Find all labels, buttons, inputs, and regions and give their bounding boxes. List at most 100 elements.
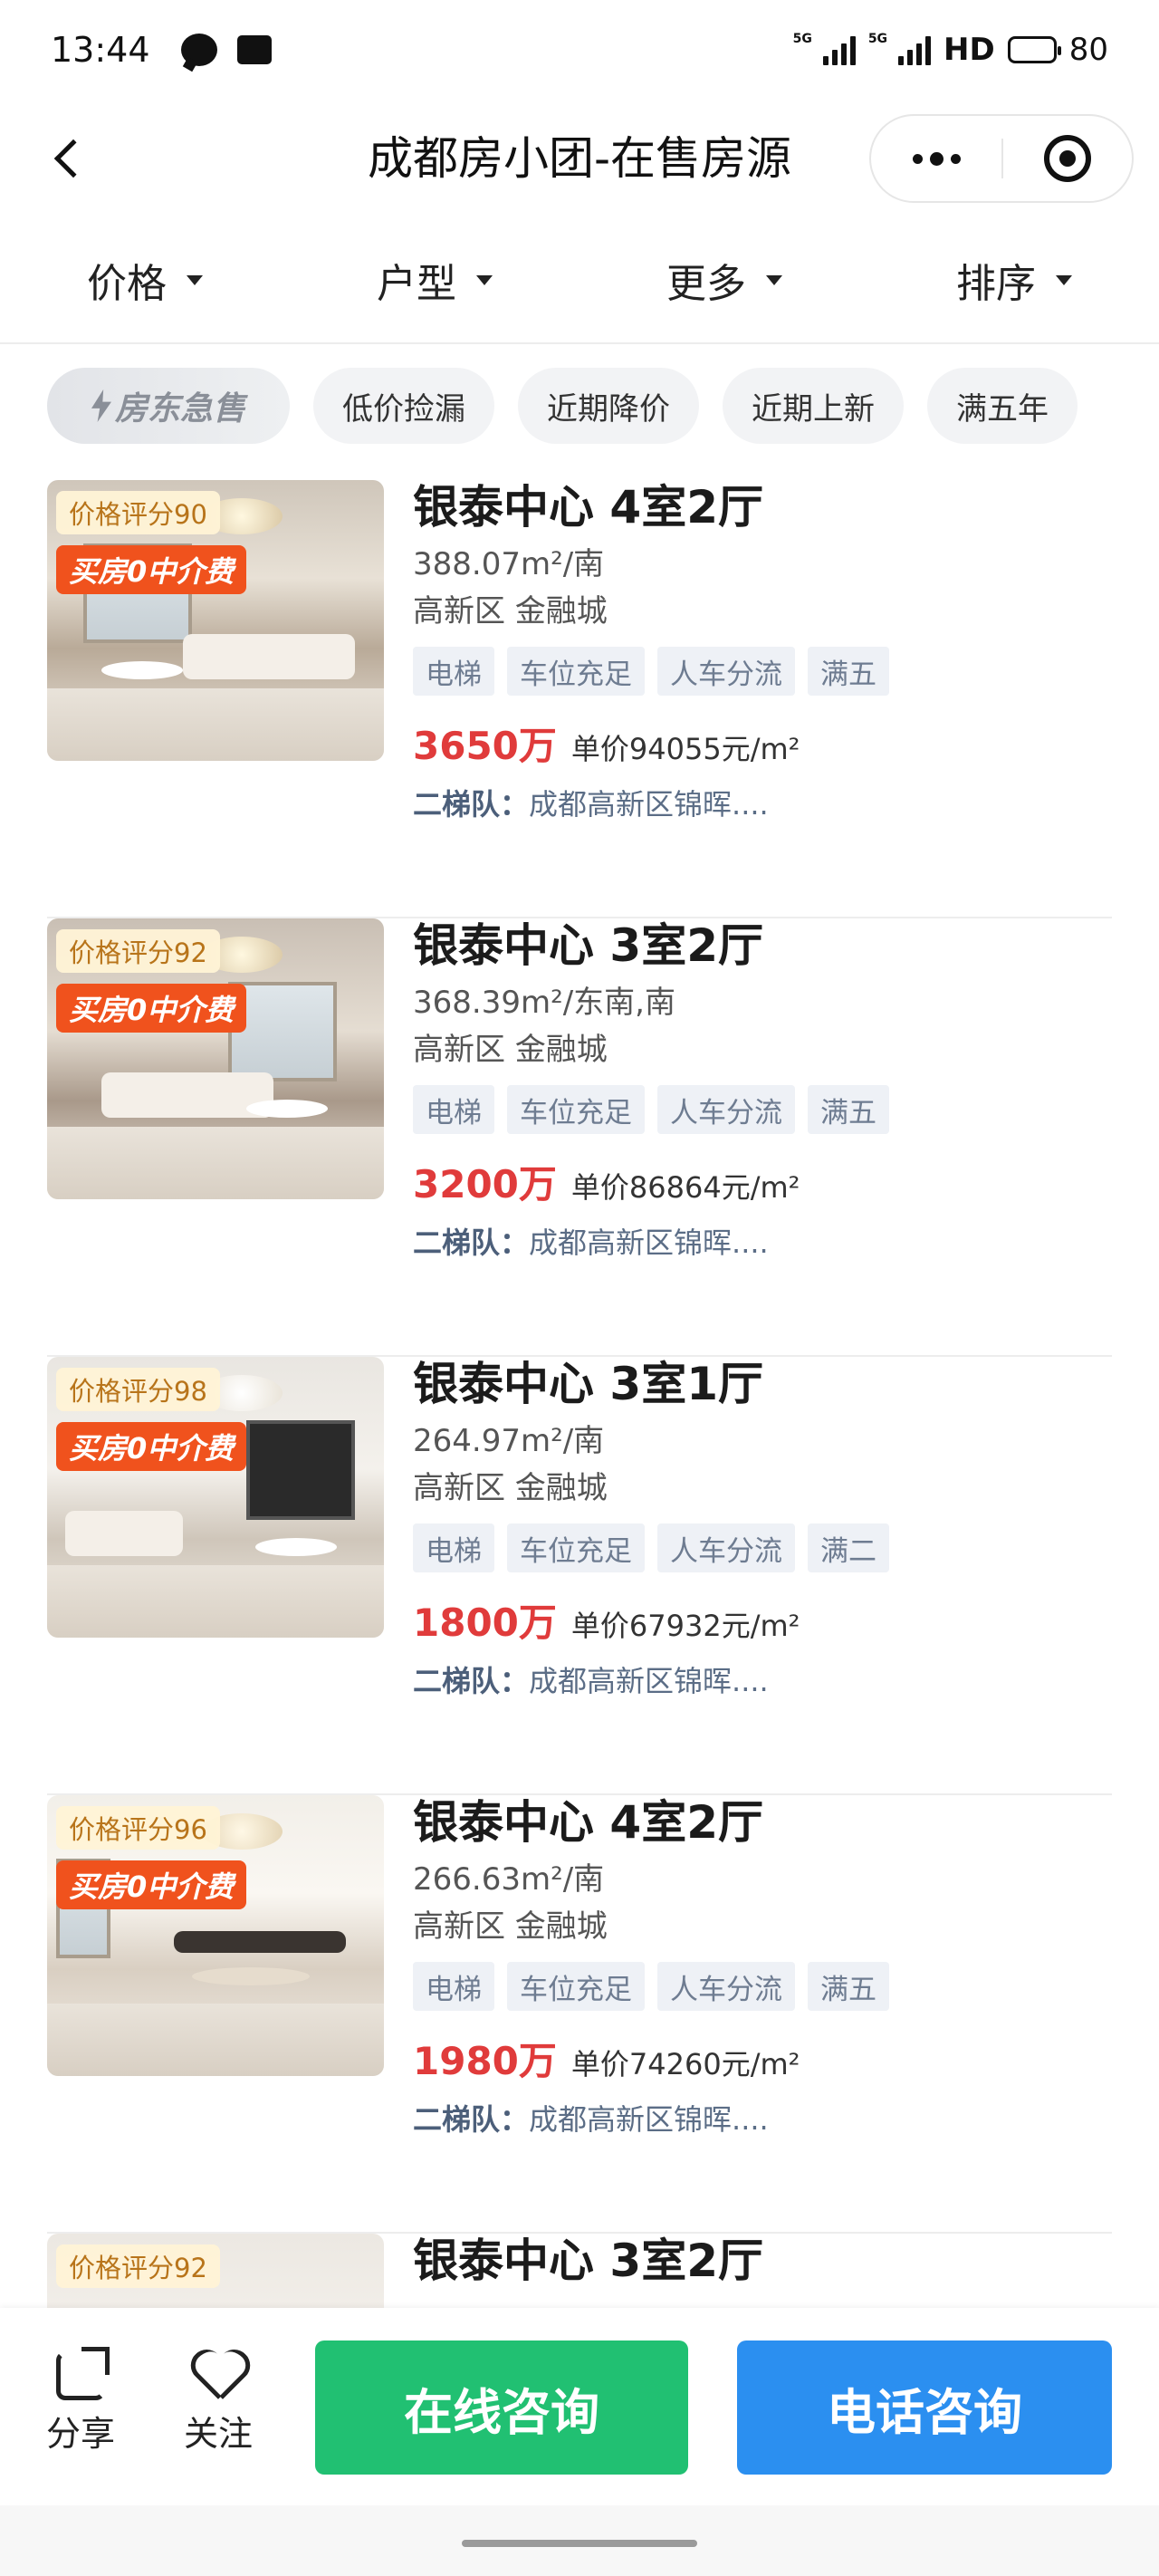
caret-down-icon <box>1056 274 1072 285</box>
listing-unit-price: 单价67932元/m² <box>570 1609 800 1643</box>
feature-tag: 车位充足 <box>507 1085 645 1134</box>
share-label: 分享 <box>45 2414 115 2454</box>
listing-title: 银泰中心 4室2厅 <box>413 481 763 533</box>
feature-tag: 电梯 <box>413 1962 494 2011</box>
chip-low-price[interactable]: 低价捡漏 <box>313 368 494 444</box>
listing-photo: 价格评分96 买房0中介费 <box>47 1795 384 2076</box>
listing-team: 二梯队：成都高新区锦晖.... <box>413 783 1112 825</box>
filter-label: 更多 <box>666 261 746 307</box>
network-type-2: 5G <box>867 32 888 46</box>
nav-bar: 成都房小团-在售房源 <box>0 100 1159 217</box>
bottom-action-bar: 分享 关注 在线咨询 电话咨询 <box>0 2308 1159 2505</box>
listing-location: 高新区 金融城 <box>413 593 608 630</box>
filter-more[interactable]: 更多 <box>580 217 869 342</box>
listing-area-orientation: 368.39m²/东南,南 <box>413 985 675 1021</box>
feature-tag: 车位充足 <box>507 1523 645 1572</box>
hd-indicator: HD <box>943 32 995 68</box>
listing-card[interactable]: 价格评分92 买房0中介费 银泰中心 3室2厅 368.39m²/东南,南 高新… <box>47 918 1112 1357</box>
listing-card[interactable]: 价格评分96 买房0中介费 银泰中心 4室2厅 266.63m²/南 高新区 金… <box>47 1795 1112 2234</box>
feature-tag: 人车分流 <box>657 1962 795 2011</box>
signal-icon <box>822 34 856 65</box>
listing-price: 1800万 <box>413 1600 557 1645</box>
online-consult-button[interactable]: 在线咨询 <box>315 2341 688 2475</box>
target-icon <box>1043 135 1091 182</box>
zero-fee-badge: 买房0中介费 <box>56 984 247 1033</box>
feature-tag: 人车分流 <box>657 1523 795 1572</box>
filter-price[interactable]: 价格 <box>0 217 290 342</box>
listing-card[interactable]: 价格评分98 买房0中介费 银泰中心 3室1厅 264.97m²/南 高新区 金… <box>47 1357 1112 1795</box>
battery-icon <box>1007 36 1061 63</box>
listing-location: 高新区 金融城 <box>413 1470 608 1506</box>
chip-new-listing[interactable]: 近期上新 <box>723 368 904 444</box>
listing-price: 3200万 <box>413 1162 557 1206</box>
listing-photo: 价格评分92 买房0中介费 <box>47 918 384 1199</box>
chat-notification-icon <box>180 34 217 66</box>
follow-button[interactable]: 关注 <box>168 2351 268 2456</box>
listing-price: 1980万 <box>413 2039 557 2083</box>
feature-tag: 满五 <box>808 1962 889 2011</box>
share-button[interactable]: 分享 <box>31 2347 130 2456</box>
listing-title: 银泰中心 3室2厅 <box>413 2235 763 2287</box>
listing-tags: 电梯 车位充足 人车分流 满五 <box>413 1962 1112 2011</box>
listing-unit-price: 单价86864元/m² <box>570 1170 800 1205</box>
home-indicator[interactable] <box>462 2540 697 2547</box>
feature-tag: 车位充足 <box>507 1962 645 2011</box>
chip-price-drop[interactable]: 近期降价 <box>518 368 699 444</box>
chip-five-years[interactable]: 满五年 <box>927 368 1078 444</box>
network-type: 5G <box>792 32 812 46</box>
listing-area-orientation: 266.63m²/南 <box>413 1861 605 1898</box>
status-indicators: 5G 5G HD 80 <box>793 32 1108 68</box>
status-bar: 13:44 5G 5G HD 80 <box>0 0 1159 100</box>
price-score-badge: 价格评分92 <box>56 2244 220 2288</box>
quick-tag-row: 房东急售 低价捡漏 近期降价 近期上新 满五年 <box>47 368 1159 444</box>
team-label: 二梯队： <box>413 2102 530 2137</box>
lightning-icon <box>91 389 111 422</box>
listing-title: 银泰中心 3室1厅 <box>413 1358 763 1410</box>
close-miniprogram-button[interactable] <box>1003 116 1132 201</box>
listing-area-orientation: 264.97m²/南 <box>413 1423 605 1459</box>
filter-label: 排序 <box>956 261 1036 307</box>
listing-area-orientation: 388.07m²/南 <box>413 546 605 582</box>
team-label: 二梯队： <box>413 787 530 822</box>
price-score-badge: 价格评分92 <box>56 929 220 973</box>
filter-sort[interactable]: 排序 <box>869 217 1159 342</box>
listing-card[interactable]: 价格评分90 买房0中介费 银泰中心 4室2厅 388.07m²/南 高新区 金… <box>47 480 1112 918</box>
listing-team: 二梯队：成都高新区锦晖.... <box>413 1222 1112 1264</box>
follow-label: 关注 <box>183 2414 253 2454</box>
team-text: 成都高新区锦晖.... <box>529 787 769 822</box>
more-options-button[interactable] <box>871 116 1001 201</box>
dot-icon <box>929 151 943 166</box>
miniprogram-capsule <box>869 114 1134 203</box>
phone-consult-button[interactable]: 电话咨询 <box>737 2341 1112 2475</box>
caret-down-icon <box>187 274 203 285</box>
feature-tag: 满五 <box>808 647 889 696</box>
team-text: 成都高新区锦晖.... <box>529 1226 769 1260</box>
team-text: 成都高新区锦晖.... <box>529 1664 769 1698</box>
dot-icon <box>950 153 961 164</box>
team-text: 成都高新区锦晖.... <box>529 2102 769 2137</box>
listing-team: 二梯队：成都高新区锦晖.... <box>413 2099 1112 2140</box>
listing-title: 银泰中心 4室2厅 <box>413 1796 763 1849</box>
feature-tag: 车位充足 <box>507 647 645 696</box>
team-label: 二梯队： <box>413 1226 530 1260</box>
caret-down-icon <box>476 274 493 285</box>
listing-tags: 电梯 车位充足 人车分流 满二 <box>413 1523 1112 1572</box>
feature-tag: 电梯 <box>413 1085 494 1134</box>
price-score-badge: 价格评分96 <box>56 1806 220 1850</box>
filter-layout[interactable]: 户型 <box>290 217 580 342</box>
filter-label: 户型 <box>377 261 456 307</box>
system-gesture-area <box>0 2505 1159 2576</box>
caret-down-icon <box>766 274 782 285</box>
price-score-badge: 价格评分98 <box>56 1368 220 1411</box>
listing-price: 3650万 <box>413 724 557 768</box>
image-notification-icon <box>236 35 272 64</box>
listing-tags: 电梯 车位充足 人车分流 满五 <box>413 647 1112 696</box>
team-label: 二梯队： <box>413 1664 530 1698</box>
price-score-badge: 价格评分90 <box>56 491 220 534</box>
chip-landlord-urgent-sale[interactable]: 房东急售 <box>47 368 290 444</box>
feature-tag: 满五 <box>808 1085 889 1134</box>
battery-level: 80 <box>1068 32 1108 68</box>
listing-unit-price: 单价94055元/m² <box>570 732 800 766</box>
signal-icon-2 <box>898 34 932 65</box>
zero-fee-badge: 买房0中介费 <box>56 1422 247 1471</box>
